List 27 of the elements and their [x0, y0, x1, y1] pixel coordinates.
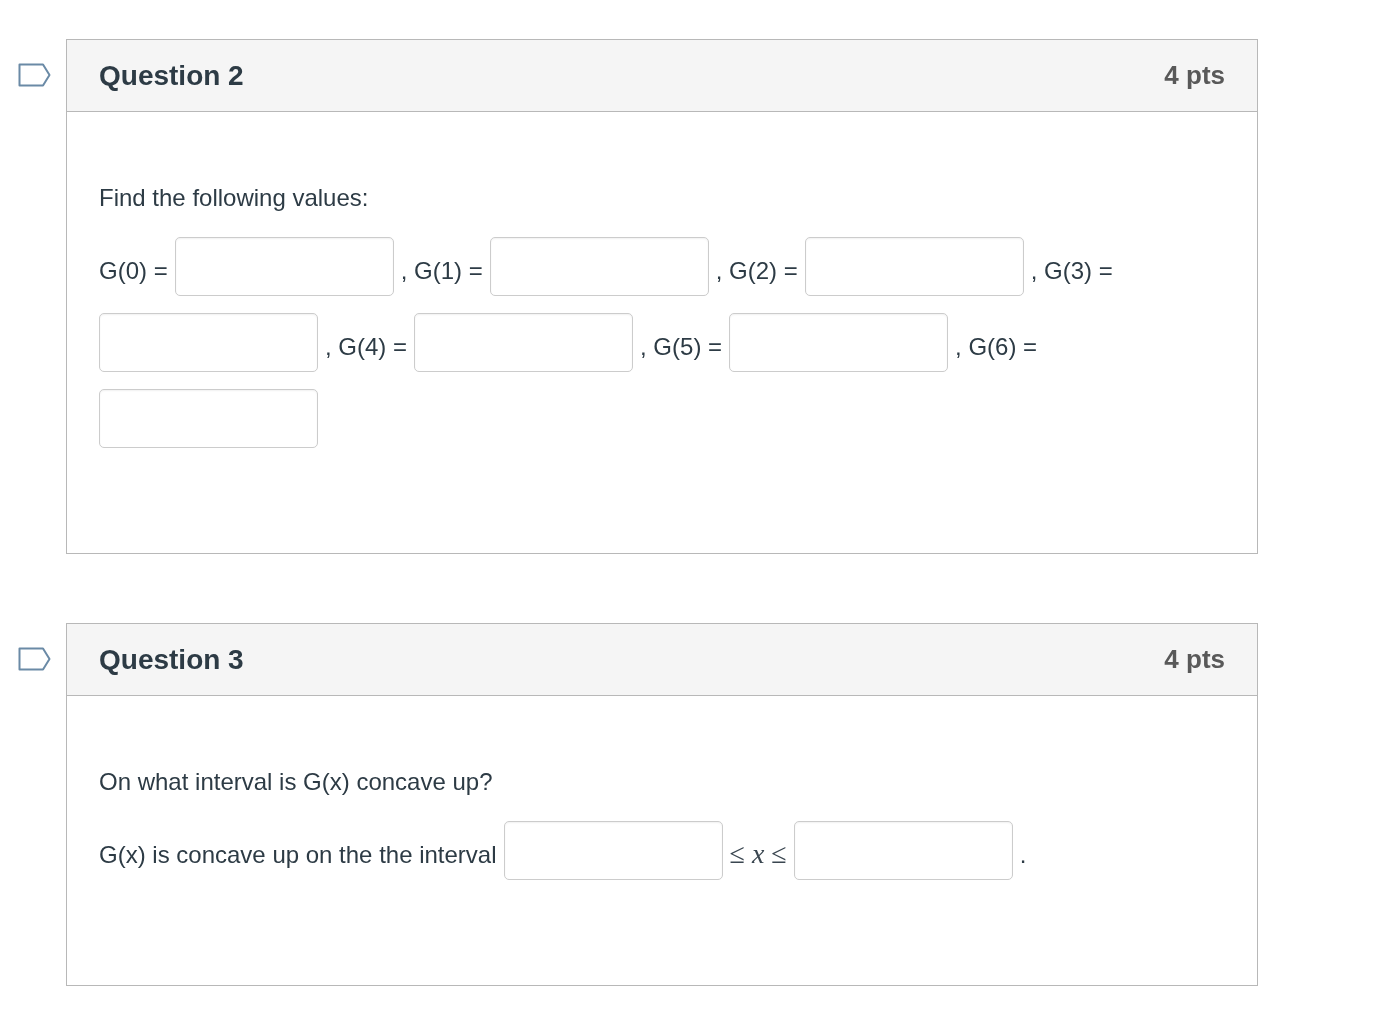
inline-label: , G(5) = [640, 331, 723, 362]
answer-field[interactable] [174, 237, 394, 296]
answer-field[interactable] [503, 821, 723, 880]
inline-label: G(0) = [99, 255, 168, 286]
flag-icon[interactable] [18, 647, 51, 671]
answer-field[interactable] [489, 237, 709, 296]
flag-icon[interactable] [18, 63, 51, 87]
points-label: 4 pts [1164, 60, 1225, 91]
answer-field[interactable] [99, 389, 318, 448]
inline-label: , G(4) = [325, 331, 408, 362]
question-prompt: Find the following values: [99, 183, 369, 213]
inline-label: G(x) is concave up on the the interval [99, 839, 497, 870]
points-label: 4 pts [1164, 644, 1225, 675]
answer-field[interactable] [793, 821, 1013, 880]
math-expression: ≤ x ≤ [729, 836, 787, 871]
inline-label: , G(6) = [955, 331, 1038, 362]
question-prompt: On what interval is G(x) concave up? [99, 767, 493, 797]
answer-field[interactable] [804, 237, 1024, 296]
answer-field[interactable] [729, 313, 949, 372]
question-title: Question 2 [99, 59, 244, 92]
inline-label: , G(3) = [1030, 255, 1113, 286]
answer-field[interactable] [414, 313, 634, 372]
inline-label: . [1019, 839, 1027, 870]
inline-label: , G(2) = [715, 255, 798, 286]
inline-label: , G(1) = [400, 255, 483, 286]
answer-field[interactable] [99, 313, 318, 372]
question-title: Question 3 [99, 643, 244, 676]
